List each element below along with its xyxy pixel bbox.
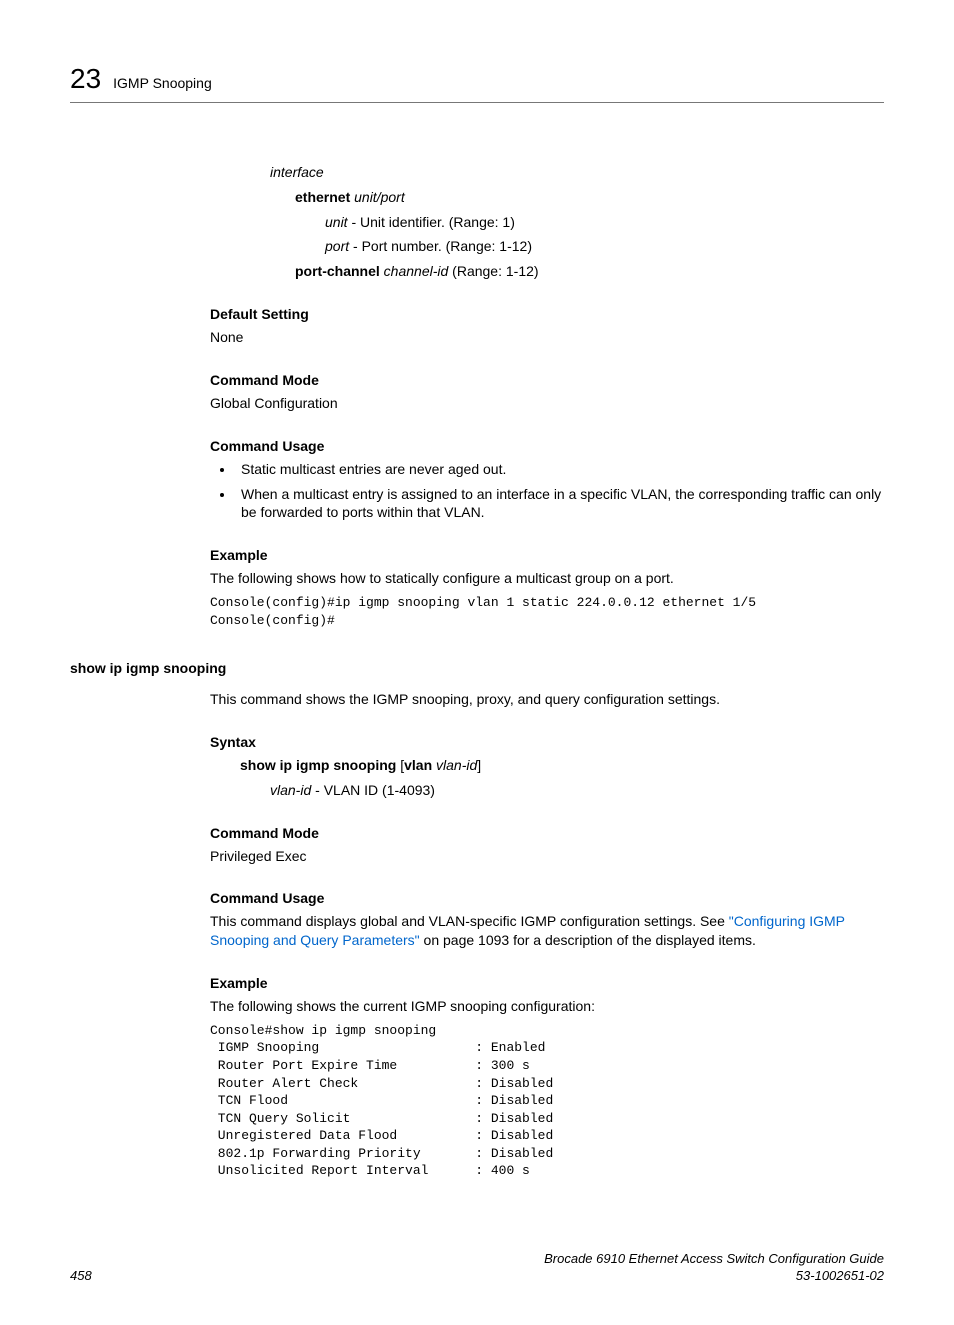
heading-example-2: Example (210, 974, 884, 993)
heading-syntax: Syntax (210, 733, 884, 752)
heading-command-usage-1: Command Usage (210, 437, 884, 456)
list-item: Static multicast entries are never aged … (235, 460, 884, 479)
chapter-title: IGMP Snooping (113, 74, 212, 93)
command-usage-1-list: Static multicast entries are never aged … (210, 460, 884, 523)
param-port-channel: port-channel channel-id (Range: 1-12) (295, 262, 884, 281)
heading-command-mode-2: Command Mode (210, 824, 884, 843)
example-2-body: The following shows the current IGMP sno… (210, 997, 884, 1016)
command-usage-2-body: This command displays global and VLAN-sp… (210, 912, 884, 950)
example-1-code: Console(config)#ip igmp snooping vlan 1 … (210, 594, 884, 629)
doc-id: Brocade 6910 Ethernet Access Switch Conf… (544, 1250, 884, 1285)
syntax-line: show ip igmp snooping [vlan vlan-id] (240, 756, 884, 775)
command-mode-2-body: Privileged Exec (210, 847, 884, 866)
heading-example-1: Example (210, 546, 884, 565)
command-intro: This command shows the IGMP snooping, pr… (210, 690, 884, 709)
param-interface: interface (270, 163, 884, 182)
page-number: 458 (70, 1267, 92, 1285)
param-ethernet: ethernet unit/port (295, 188, 884, 207)
param-port: port - Port number. (Range: 1-12) (325, 237, 884, 256)
example-2-code: Console#show ip igmp snooping IGMP Snoop… (210, 1022, 884, 1180)
syntax-arg-desc: vlan-id - VLAN ID (1-4093) (270, 781, 884, 800)
default-setting-body: None (210, 328, 884, 347)
list-item: When a multicast entry is assigned to an… (235, 485, 884, 523)
command-mode-1-body: Global Configuration (210, 394, 884, 413)
heading-command-mode-1: Command Mode (210, 371, 884, 390)
param-unit: unit - Unit identifier. (Range: 1) (325, 213, 884, 232)
heading-command-usage-2: Command Usage (210, 889, 884, 908)
page-header: 23 IGMP Snooping (70, 60, 884, 103)
command-title-show-ip-igmp: show ip igmp snooping (70, 659, 884, 678)
example-1-body: The following shows how to statically co… (210, 569, 884, 588)
page-footer: 458 Brocade 6910 Ethernet Access Switch … (70, 1250, 884, 1285)
chapter-number: 23 (70, 60, 101, 98)
heading-default-setting: Default Setting (210, 305, 884, 324)
